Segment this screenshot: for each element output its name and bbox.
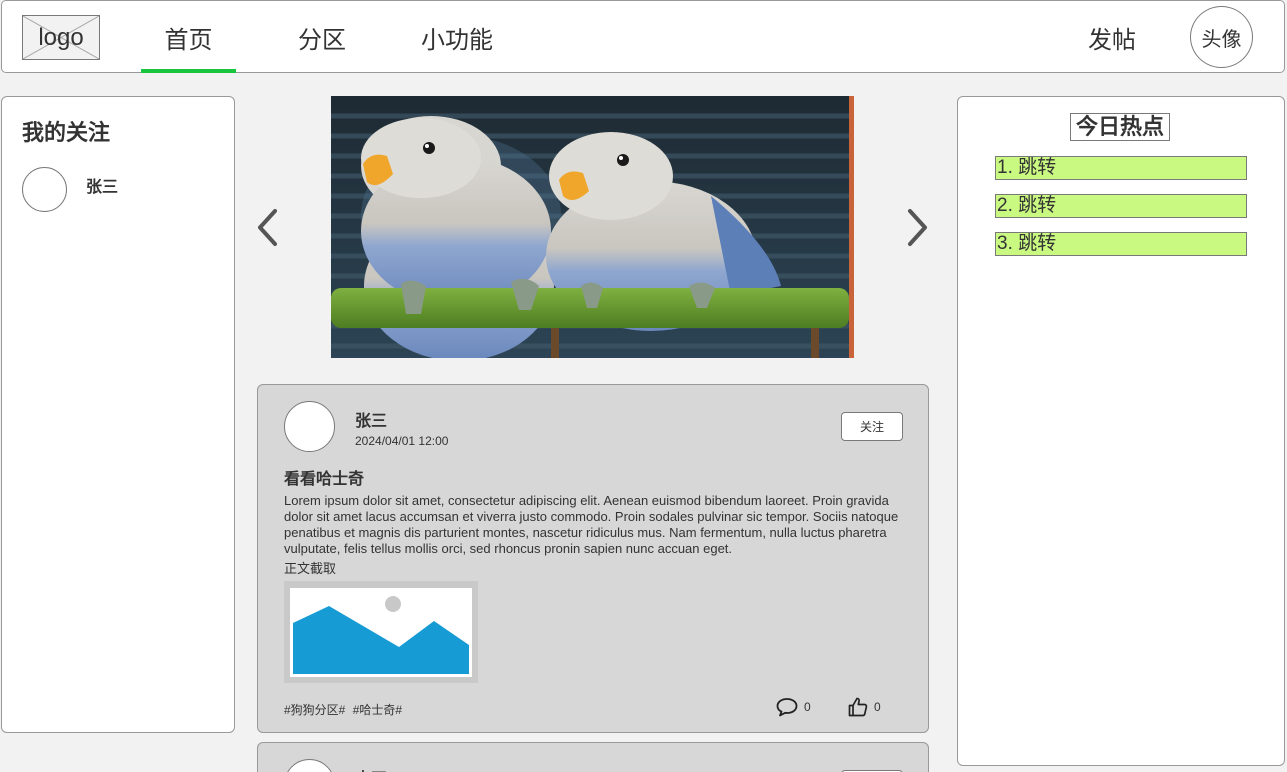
tag-link[interactable]: #狗狗分区# [284,703,345,717]
like-button[interactable]: 0 [848,694,881,720]
carousel-prev-button[interactable] [253,205,283,250]
following-name: 张三 [86,179,119,196]
image-placeholder-icon [290,588,472,677]
hot-topic-item[interactable]: 3. 跳转 [995,232,1247,256]
post-author[interactable]: 张三 [355,407,387,431]
carousel-next-button[interactable] [902,205,932,250]
post-author[interactable]: 李四 [355,765,387,772]
new-post-button[interactable]: 发帖 [1072,1,1152,73]
post-excerpt-label: 正文截取 [284,561,337,576]
hot-topics-panel: 今日热点 1. 跳转 2. 跳转 3. 跳转 [957,96,1285,766]
user-avatar-button[interactable]: 头像 [1190,6,1253,68]
top-navbar: logo 首页 分区 小功能 发帖 头像 [1,0,1285,73]
avatar [22,167,67,212]
post-timestamp: 2024/04/01 12:00 [355,434,449,448]
following-title: 我的关注 [22,120,111,145]
logo[interactable]: logo [22,15,100,60]
nav-tools[interactable]: 小功能 [407,1,507,73]
post-title[interactable]: 看看哈士奇 [284,465,364,489]
nav-zones-label: 分区 [298,26,346,54]
following-item[interactable]: 张三 [22,167,222,213]
nav-zones[interactable]: 分区 [282,1,362,73]
hot-topics-title: 今日热点 [1070,113,1171,141]
tag-link[interactable]: #哈士奇# [353,703,402,717]
thumbs-up-icon [848,697,868,717]
like-count: 0 [874,700,881,714]
nav-home[interactable]: 首页 [141,1,236,73]
avatar[interactable] [284,401,335,452]
post-card[interactable]: 李四 关注 [257,742,929,772]
hot-topic-item[interactable]: 1. 跳转 [995,156,1247,180]
hot-topic-item[interactable]: 2. 跳转 [995,194,1247,218]
nav-home-label: 首页 [164,26,213,54]
logo-text: logo [38,23,84,51]
follow-button[interactable]: 关注 [841,412,903,441]
carousel-image [331,96,854,358]
following-panel: 我的关注 张三 [1,96,235,733]
chevron-right-icon [908,209,927,246]
chevron-left-icon [258,209,277,246]
post-card[interactable]: 张三 2024/04/01 12:00 关注 看看哈士奇 Lorem ipsum… [257,384,929,733]
avatar[interactable] [284,759,335,772]
comment-icon [776,698,798,717]
comment-count: 0 [804,700,811,714]
post-image[interactable] [284,581,478,683]
banner-carousel[interactable] [331,96,854,358]
nav-tools-label: 小功能 [421,26,493,54]
comment-button[interactable]: 0 [776,694,811,720]
active-tab-indicator [141,69,236,73]
post-body: Lorem ipsum dolor sit amet, consectetur … [284,493,899,556]
post-tags: #狗狗分区# #哈士奇# [284,701,406,718]
